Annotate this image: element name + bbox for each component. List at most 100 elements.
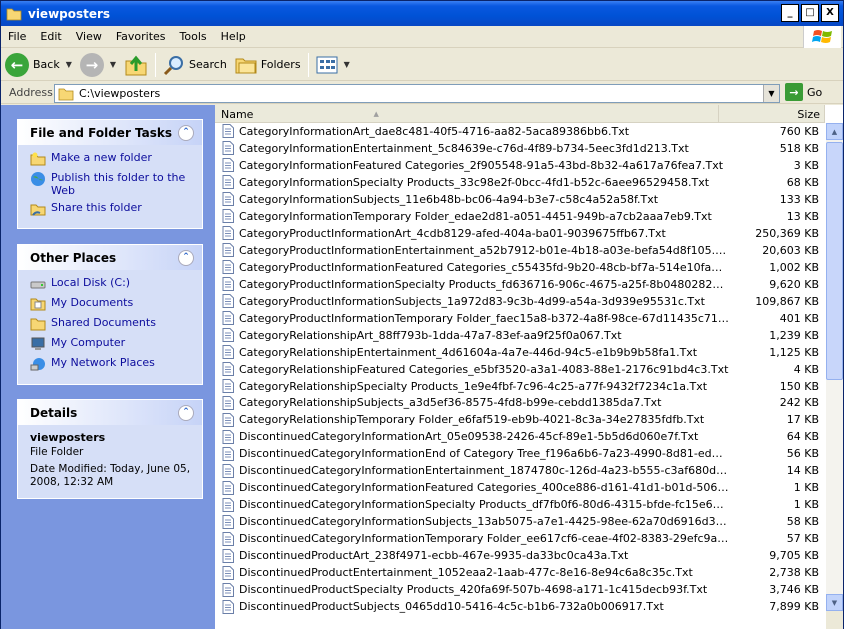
- text-file-icon: [222, 294, 234, 309]
- column-name-header[interactable]: Name ▲: [215, 105, 719, 123]
- panel-header[interactable]: Details ⌃: [18, 400, 202, 425]
- file-size: 58 KB: [786, 515, 819, 529]
- file-list-view: Name ▲ Size CategoryInformationArt_dae8c…: [215, 105, 843, 629]
- chevron-down-icon[interactable]: ▼: [344, 60, 350, 69]
- file-row[interactable]: DiscontinuedCategoryInformationEnd of Ca…: [215, 445, 825, 462]
- file-row[interactable]: CategoryRelationshipTemporary Folder_e6f…: [215, 411, 825, 428]
- address-input[interactable]: C:\viewposters ▼: [54, 84, 780, 103]
- search-button[interactable]: Search: [159, 51, 231, 79]
- text-file-icon: [222, 311, 234, 326]
- file-row[interactable]: CategoryProductInformationFeatured Categ…: [215, 259, 825, 276]
- file-row[interactable]: DiscontinuedCategoryInformationEntertain…: [215, 462, 825, 479]
- file-row[interactable]: CategoryInformationTemporary Folder_edae…: [215, 208, 825, 225]
- explorer-window: viewposters _ □ X File Edit View Favorit…: [0, 0, 844, 629]
- menu-bar: File Edit View Favorites Tools Help: [1, 26, 843, 48]
- close-button[interactable]: X: [821, 4, 839, 22]
- chevron-down-icon[interactable]: ▼: [110, 60, 116, 69]
- go-label: Go: [807, 85, 823, 99]
- file-row[interactable]: DiscontinuedCategoryInformationSubjects_…: [215, 513, 825, 530]
- file-name: CategoryRelationshipTemporary Folder_e6f…: [239, 413, 705, 427]
- computer-icon: [31, 337, 45, 350]
- folders-icon: [235, 58, 257, 73]
- file-size: 17 KB: [786, 413, 819, 427]
- menu-favorites[interactable]: Favorites: [109, 30, 173, 43]
- minimize-button[interactable]: _: [781, 4, 799, 22]
- menu-tools[interactable]: Tools: [173, 30, 214, 43]
- scroll-thumb[interactable]: [826, 142, 843, 380]
- place-my-network[interactable]: My Network Places: [30, 356, 192, 372]
- task-make-new-folder[interactable]: Make a new folder: [30, 151, 192, 167]
- file-row[interactable]: CategoryInformationArt_dae8c481-40f5-471…: [215, 123, 825, 140]
- vertical-scrollbar[interactable]: ▲ ▼: [826, 123, 843, 611]
- file-row[interactable]: CategoryProductInformationTemporary Fold…: [215, 310, 825, 327]
- file-name: CategoryInformationEntertainment_5c84639…: [239, 141, 689, 155]
- file-row[interactable]: DiscontinuedCategoryInformationTemporary…: [215, 530, 825, 547]
- file-row[interactable]: DiscontinuedProductSpecialty Products_42…: [215, 581, 825, 598]
- file-name: DiscontinuedCategoryInformationArt_05e09…: [239, 430, 699, 444]
- go-button[interactable]: → Go: [785, 83, 822, 101]
- file-row[interactable]: CategoryProductInformationSubjects_1a972…: [215, 293, 825, 310]
- file-row[interactable]: CategoryProductInformationEntertainment_…: [215, 242, 825, 259]
- task-label: Publish this folder to the Web: [51, 171, 186, 197]
- panel-header[interactable]: Other Places ⌃: [18, 245, 202, 270]
- menu-edit[interactable]: Edit: [33, 30, 68, 43]
- file-row[interactable]: DiscontinuedCategoryInformationArt_05e09…: [215, 428, 825, 445]
- file-row[interactable]: CategoryInformationSpecialty Products_33…: [215, 174, 825, 191]
- column-size-header[interactable]: Size: [719, 105, 825, 123]
- title-bar[interactable]: viewposters _ □ X: [1, 1, 843, 26]
- file-row[interactable]: DiscontinuedCategoryInformationSpecialty…: [215, 496, 825, 513]
- file-row[interactable]: CategoryRelationshipSubjects_a3d5ef36-85…: [215, 395, 825, 412]
- views-icon: [316, 56, 338, 73]
- place-label: My Computer: [51, 336, 126, 349]
- up-folder-button[interactable]: [120, 51, 152, 79]
- place-my-computer[interactable]: My Computer: [30, 336, 192, 352]
- chevron-down-icon[interactable]: ▼: [66, 60, 72, 69]
- place-local-disk[interactable]: Local Disk (C:): [30, 276, 192, 292]
- place-shared-documents[interactable]: Shared Documents: [30, 316, 192, 332]
- file-row[interactable]: CategoryInformationFeatured Categories_2…: [215, 157, 825, 174]
- views-button[interactable]: ▼: [312, 51, 354, 79]
- file-row[interactable]: CategoryInformationEntertainment_5c84639…: [215, 140, 825, 157]
- collapse-chevron-icon[interactable]: ⌃: [178, 125, 194, 141]
- collapse-chevron-icon[interactable]: ⌃: [178, 250, 194, 266]
- maximize-button[interactable]: □: [801, 4, 819, 22]
- forward-arrow-icon: →: [79, 52, 104, 77]
- file-row[interactable]: CategoryRelationshipFeatured Categories_…: [215, 361, 825, 378]
- file-row[interactable]: DiscontinuedProductArt_238f4971-ecbb-467…: [215, 547, 825, 564]
- task-publish-web[interactable]: Publish this folder to the Web: [30, 171, 192, 197]
- forward-button[interactable]: → ▼: [76, 51, 120, 79]
- text-file-icon: [222, 480, 234, 495]
- text-file-icon: [222, 175, 234, 190]
- menu-view[interactable]: View: [69, 30, 109, 43]
- file-row[interactable]: CategoryRelationshipEntertainment_4d6160…: [215, 344, 825, 361]
- file-row[interactable]: DiscontinuedProductEntertainment_1052eaa…: [215, 564, 825, 581]
- file-size: 150 KB: [779, 379, 819, 393]
- chevron-down-icon[interactable]: ▼: [763, 85, 779, 102]
- size-grip[interactable]: [826, 611, 843, 629]
- standard-toolbar: ← Back ▼ → ▼ Search Folders ▼: [1, 49, 843, 81]
- collapse-chevron-icon[interactable]: ⌃: [178, 405, 194, 421]
- file-folder-tasks-panel: File and Folder Tasks ⌃ Make a new folde…: [17, 119, 203, 229]
- file-row[interactable]: CategoryRelationshipSpecialty Products_1…: [215, 378, 825, 395]
- scroll-up-button[interactable]: ▲: [826, 123, 843, 140]
- menu-file[interactable]: File: [1, 30, 33, 43]
- file-row[interactable]: CategoryInformationSubjects_11e6b48b-bc0…: [215, 191, 825, 208]
- address-value: C:\viewposters: [79, 87, 161, 100]
- place-my-documents[interactable]: My Documents: [30, 296, 192, 312]
- panel-header[interactable]: File and Folder Tasks ⌃: [18, 120, 202, 145]
- file-size: 3 KB: [793, 158, 819, 172]
- file-size: 1,125 KB: [769, 345, 819, 359]
- task-share-folder[interactable]: Share this folder: [30, 201, 192, 217]
- file-row[interactable]: DiscontinuedProductSubjects_0465dd10-541…: [215, 598, 825, 615]
- file-row[interactable]: CategoryRelationshipArt_88ff793b-1dda-47…: [215, 327, 825, 344]
- file-name: DiscontinuedCategoryInformationTemporary…: [239, 532, 729, 546]
- menu-help[interactable]: Help: [214, 30, 253, 43]
- file-row[interactable]: CategoryProductInformationArt_4cdb8129-a…: [215, 225, 825, 242]
- file-size: 1,002 KB: [769, 260, 819, 274]
- back-button[interactable]: ← Back ▼: [1, 51, 76, 79]
- scroll-down-button[interactable]: ▼: [826, 594, 843, 611]
- folders-button[interactable]: Folders: [231, 51, 305, 79]
- file-row[interactable]: DiscontinuedCategoryInformationFeatured …: [215, 479, 825, 496]
- file-row[interactable]: CategoryProductInformationSpecialty Prod…: [215, 276, 825, 293]
- text-file-icon: [222, 362, 234, 377]
